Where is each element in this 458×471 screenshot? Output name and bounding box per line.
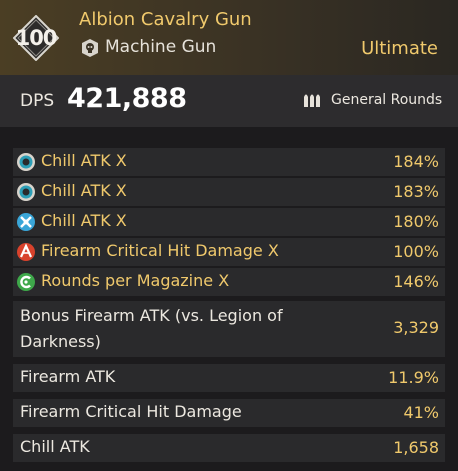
bonus-stat-value: 3,329 bbox=[393, 318, 439, 337]
bonus-stat-label: Firearm ATK bbox=[20, 367, 116, 386]
attribute-value: 180% bbox=[393, 212, 439, 231]
bonus-stat-value: 1,658 bbox=[393, 438, 439, 457]
weapon-name: Albion Cavalry Gun bbox=[79, 9, 252, 30]
bonus-stat-row: Firearm ATK 11.9% bbox=[13, 364, 445, 392]
bonus-stat-value: 11.9% bbox=[388, 368, 439, 387]
bonus-stat-row: Chill ATK 1,658 bbox=[13, 434, 445, 462]
bonus-stat-row: Bonus Firearm ATK (vs. Legion of Darknes… bbox=[13, 301, 445, 357]
bonus-stat-value: 41% bbox=[403, 403, 439, 422]
attribute-row: Chill ATK X 183% bbox=[13, 178, 445, 206]
chill-cross-icon bbox=[17, 213, 35, 231]
shield-skull-icon bbox=[82, 39, 98, 57]
attribute-label: Chill ATK X bbox=[41, 211, 127, 230]
weapon-type: Machine Gun bbox=[105, 37, 217, 57]
attribute-label: Firearm Critical Hit Damage X bbox=[41, 241, 279, 260]
attribute-row: Chill ATK X 180% bbox=[13, 208, 445, 236]
weapon-tooltip: 100 Albion Cavalry Gun Machine Gun Ultim… bbox=[0, 0, 458, 471]
attribute-row: Chill ATK X 184% bbox=[13, 148, 445, 176]
bonus-stat-row: Firearm Critical Hit Damage 41% bbox=[13, 399, 445, 427]
dps-bar: DPS 421,888 General Rounds bbox=[0, 75, 458, 127]
bullets-icon bbox=[304, 94, 320, 107]
weapon-header: 100 Albion Cavalry Gun Machine Gun Ultim… bbox=[0, 0, 458, 75]
chill-ring-icon bbox=[17, 153, 35, 171]
attribute-label: Rounds per Magazine X bbox=[41, 271, 230, 290]
attribute-value: 184% bbox=[393, 152, 439, 171]
attribute-value: 146% bbox=[393, 272, 439, 291]
attribute-row: Firearm Critical Hit Damage X 100% bbox=[13, 238, 445, 266]
dps-label: DPS bbox=[20, 91, 55, 111]
attribute-value: 100% bbox=[393, 242, 439, 261]
bonus-stat-label: Firearm Critical Hit Damage bbox=[20, 402, 242, 421]
dps-value: 421,888 bbox=[67, 83, 187, 114]
attribute-value: 183% bbox=[393, 182, 439, 201]
attribute-row: Rounds per Magazine X 146% bbox=[13, 268, 445, 296]
weapon-level: 100 bbox=[15, 26, 58, 50]
crit-damage-icon bbox=[17, 243, 35, 261]
attribute-label: Chill ATK X bbox=[41, 181, 127, 200]
chill-ring-icon bbox=[17, 183, 35, 201]
attribute-label: Chill ATK X bbox=[41, 151, 127, 170]
bonus-stat-label: Chill ATK bbox=[20, 437, 90, 456]
ammo-type-label: General Rounds bbox=[331, 92, 443, 108]
magazine-icon bbox=[17, 273, 35, 291]
weapon-rarity: Ultimate bbox=[361, 38, 438, 59]
bonus-stat-label: Bonus Firearm ATK (vs. Legion of Darknes… bbox=[20, 306, 283, 351]
